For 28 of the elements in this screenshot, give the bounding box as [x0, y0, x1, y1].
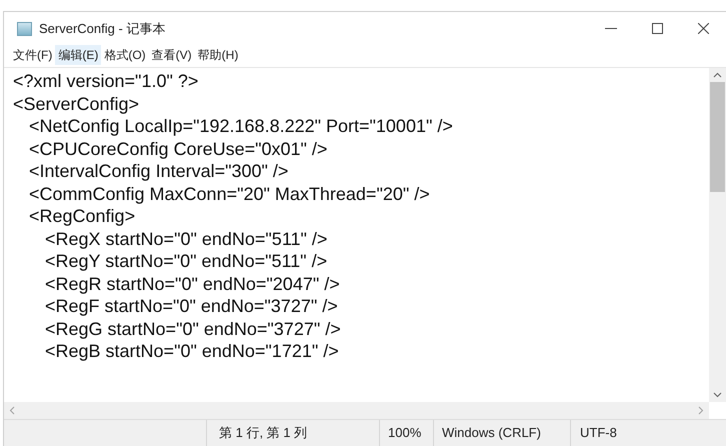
close-icon [698, 23, 708, 34]
code-line: <IntervalConfig Interval="300" /> [29, 160, 288, 182]
code-line: <RegB startNo="0" endNo="1721" /> [45, 340, 339, 362]
code-line: <RegX startNo="0" endNo="511" /> [45, 228, 328, 250]
code-line: <ServerConfig> [13, 92, 140, 115]
zoom-level: 100% [388, 424, 422, 442]
code-line: <RegG startNo="0" endNo="3727" /> [45, 318, 341, 340]
encoding: UTF-8 [580, 424, 617, 442]
menu-item[interactable]: 格式(O) [101, 45, 149, 65]
vertical-scrollbar[interactable] [709, 68, 726, 402]
menu-item[interactable]: 帮助(H) [194, 45, 242, 65]
notepad-app-icon [17, 22, 32, 36]
menu-item[interactable]: 编辑(E) [55, 45, 102, 65]
menu-item[interactable]: 文件(F) [10, 45, 56, 65]
code-line: <RegR startNo="0" endNo="2047" /> [45, 272, 340, 295]
horizontal-scrollbar[interactable] [4, 402, 709, 419]
code-line: <CommConfig MaxConn="20" MaxThread="20" /> [29, 182, 430, 205]
code-line: <RegY startNo="0" endNo="511" /> [45, 250, 328, 272]
menu-item[interactable]: 查看(V) [148, 45, 195, 65]
code-line: <RegConfig> [29, 205, 136, 228]
code-line: <NetConfig LocalIp="192.168.8.222" Port="10001" /> [29, 115, 453, 138]
code-line: <RegF startNo="0" endNo="3727" /> [45, 295, 338, 318]
cursor-position: 第 1 行, 第 1 列 [219, 424, 308, 442]
code-line: <?xml version="1.0" ?> [13, 70, 198, 92]
code-line: <CPUCoreConfig CoreUse="0x01" /> [29, 138, 328, 160]
window-title: ServerConfig - 记事本 [39, 20, 166, 38]
line-ending: Windows (CRLF) [442, 424, 541, 442]
scroll-thumb[interactable] [710, 82, 725, 192]
